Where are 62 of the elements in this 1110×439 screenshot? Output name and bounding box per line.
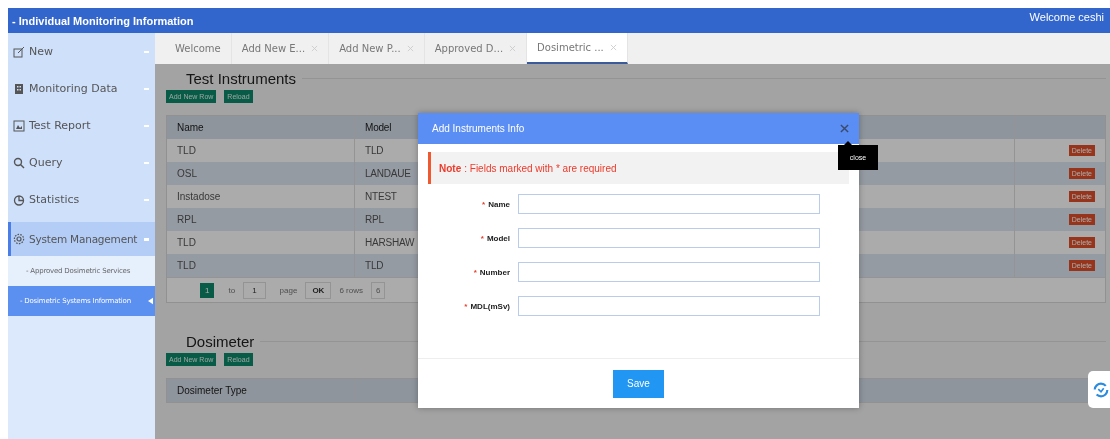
column-header: Name (167, 116, 355, 139)
pager-label: to (228, 285, 236, 295)
field-label: Model (486, 233, 510, 243)
table-cell: RPL (167, 208, 355, 231)
row-count: 6 rows (339, 285, 363, 295)
required-mark: * (464, 301, 468, 311)
refresh-icon (1092, 380, 1110, 399)
search-icon (13, 156, 25, 169)
pager-label: page (279, 285, 298, 295)
input-field[interactable] (518, 262, 820, 282)
page-size-select[interactable]: 6 (370, 281, 386, 299)
table-cell: TLD (167, 254, 355, 277)
caret-icon (144, 237, 149, 241)
required-mark: * (473, 267, 477, 277)
sidebar-item[interactable]: System Management (8, 222, 155, 256)
edit-icon (13, 45, 25, 58)
tab[interactable]: Dosimetric ... (527, 33, 628, 64)
input-field[interactable] (518, 194, 820, 214)
caret-icon (144, 198, 149, 201)
input-field[interactable] (518, 228, 820, 248)
caret-icon (144, 87, 149, 90)
caret-icon (144, 50, 149, 53)
page-input[interactable]: 1 (243, 281, 266, 299)
table-cell: OSL (167, 162, 355, 185)
sidebar-item[interactable]: Monitoring Data (8, 70, 155, 107)
close-icon[interactable] (840, 124, 849, 133)
section-title: Dosimeter (186, 333, 255, 350)
table-cell-text: NTEST (364, 190, 398, 204)
input-field[interactable] (518, 296, 820, 316)
field-label: Number (479, 267, 510, 277)
sidebar-item[interactable]: Statistics (8, 181, 155, 218)
dialog-title: Add Instruments Info (432, 123, 525, 134)
floating-button[interactable] (1088, 371, 1110, 408)
ok-button[interactable]: OK (305, 281, 332, 299)
image-icon (13, 119, 25, 132)
welcome-text: Welcome ceshi (1029, 11, 1104, 23)
table-cell-text: RPL (364, 213, 385, 227)
column-header: Dosimeter Type (167, 379, 355, 402)
column-header: Model (364, 121, 393, 135)
settings-icon (13, 233, 25, 245)
table-cell-text: HARSHAW (364, 236, 416, 250)
caret-icon (144, 124, 149, 127)
required-mark: * (482, 199, 486, 209)
app-title: - Individual Monitoring Information (12, 14, 194, 27)
sidebar-item[interactable]: Query (8, 144, 155, 181)
building-icon (13, 82, 25, 95)
field-label: Name (488, 199, 510, 209)
table-cell-text: TLD (364, 144, 385, 158)
section-title: Test Instruments (186, 70, 297, 87)
save-button[interactable]: Save (613, 369, 664, 398)
page-number[interactable]: 1 (200, 282, 215, 298)
table-cell-text: LANDAUE (364, 167, 412, 181)
pointer-icon (148, 297, 153, 305)
note-text: : Fields marked with * are required (464, 162, 617, 174)
note-label: Note (439, 162, 462, 174)
clock-icon (13, 193, 25, 206)
field-label: MDL(mSv) (470, 301, 510, 311)
sidebar-item[interactable]: Test Report (8, 107, 155, 144)
caret-icon (144, 161, 149, 164)
required-mark: * (480, 233, 484, 243)
sidebar-item[interactable]: New (8, 33, 155, 70)
table-cell-text: TLD (364, 259, 385, 273)
